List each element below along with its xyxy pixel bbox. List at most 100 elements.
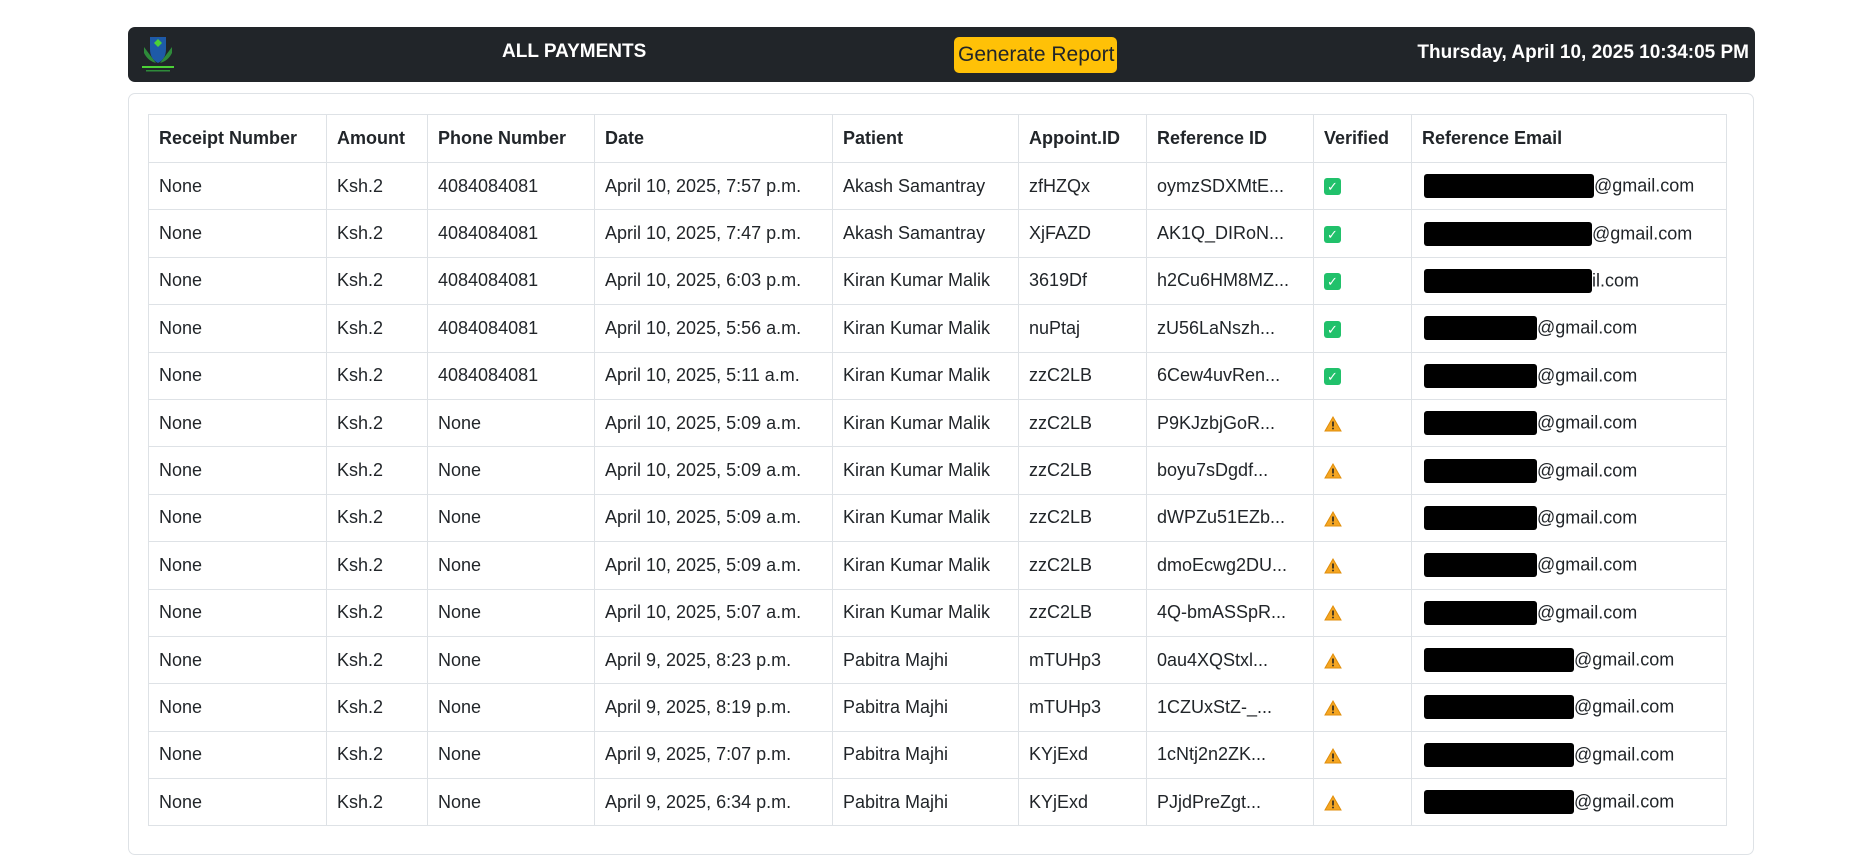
cell-reference-email: @gmail.com — [1411, 209, 1727, 258]
table-row[interactable]: None Ksh.2 None April 10, 2025, 5:09 a.m. Ki… — [148, 446, 1727, 495]
header-date[interactable]: Date — [594, 114, 833, 163]
table-row[interactable]: None Ksh.2 4084084081 April 10, 2025, 5:11 … — [148, 351, 1727, 400]
table-row[interactable]: None Ksh.2 None April 10, 2025, 5:07 a.m. Ki… — [148, 588, 1727, 637]
cell-appoint: KYjExd — [1018, 778, 1147, 827]
cell-date: April 10, 2025, 5:11 a.m. — [594, 351, 833, 400]
cell-phone: None — [427, 588, 595, 637]
cell-date: April 10, 2025, 5:07 a.m. — [594, 588, 833, 637]
cell-reference: 6Cew4uvRen... — [1146, 351, 1314, 400]
cell-phone: None — [427, 778, 595, 827]
redaction-bar — [1424, 553, 1537, 578]
cell-amount: Ksh.2 — [326, 209, 428, 258]
cell-reference: boyu7sDgdf... — [1146, 446, 1314, 495]
cell-patient: Pabitra Majhi — [832, 778, 1019, 827]
generate-report-button[interactable]: Generate Report — [954, 37, 1118, 73]
table-row[interactable]: None Ksh.2 4084084081 April 10, 2025, 6:03 … — [148, 256, 1727, 306]
cell-date: April 10, 2025, 7:57 p.m. — [594, 161, 833, 211]
table-row[interactable]: None Ksh.2 4084084081 April 10, 2025, 7:47 … — [148, 209, 1727, 258]
email-suffix: @gmail.com — [1537, 507, 1638, 528]
cell-receipt: None — [148, 635, 327, 685]
table-row[interactable]: None Ksh.2 None April 10, 2025, 5:09 a.m. Ki… — [148, 398, 1727, 448]
cell-patient: Kiran Kumar Malik — [832, 304, 1019, 353]
warning-icon — [1324, 795, 1342, 811]
cell-receipt: None — [148, 161, 327, 211]
table-row[interactable]: None Ksh.2 None April 9, 2025, 7:07 p.m. Pab… — [148, 730, 1727, 780]
cell-verified — [1313, 778, 1412, 827]
header-reference-id[interactable]: Reference ID — [1146, 114, 1314, 163]
cell-date: April 9, 2025, 6:34 p.m. — [594, 778, 833, 827]
cell-reference: oymzSDXMtE... — [1146, 161, 1314, 211]
table-row[interactable]: None Ksh.2 None April 9, 2025, 8:23 p.m. Pab… — [148, 635, 1727, 685]
cell-verified: ✓ — [1313, 256, 1412, 306]
redaction-bar — [1424, 316, 1537, 341]
cell-reference-email: @gmail.com — [1411, 778, 1727, 827]
header-patient[interactable]: Patient — [832, 114, 1019, 163]
cell-reference: P9KJzbjGoR... — [1146, 398, 1314, 448]
cell-receipt: None — [148, 730, 327, 780]
cell-appoint: mTUHp3 — [1018, 635, 1147, 685]
redaction-bar — [1424, 221, 1592, 246]
cell-phone: 4084084081 — [427, 351, 595, 400]
cell-appoint: zzC2LB — [1018, 446, 1147, 495]
redaction-bar — [1424, 458, 1537, 483]
header-appoint-id[interactable]: Appoint.ID — [1018, 114, 1147, 163]
cell-amount: Ksh.2 — [326, 161, 428, 211]
cell-reference: 0au4XQStxl... — [1146, 635, 1314, 685]
cell-appoint: 3619Df — [1018, 256, 1147, 306]
cell-reference-email: @gmail.com — [1411, 588, 1727, 637]
cell-phone: None — [427, 635, 595, 685]
cell-amount: Ksh.2 — [326, 446, 428, 495]
cell-reference-email: @gmail.com — [1411, 398, 1727, 448]
table-row[interactable]: None Ksh.2 None April 9, 2025, 6:34 p.m. Pab… — [148, 778, 1727, 827]
cell-appoint: mTUHp3 — [1018, 683, 1147, 732]
email-suffix: @gmail.com — [1537, 460, 1638, 481]
cell-appoint: KYjExd — [1018, 730, 1147, 780]
cell-phone: 4084084081 — [427, 161, 595, 211]
cell-date: April 10, 2025, 6:03 p.m. — [594, 256, 833, 306]
cell-phone: 4084084081 — [427, 304, 595, 353]
cell-receipt: None — [148, 209, 327, 258]
cell-amount: Ksh.2 — [326, 351, 428, 400]
cell-date: April 10, 2025, 7:47 p.m. — [594, 209, 833, 258]
cell-patient: Pabitra Majhi — [832, 635, 1019, 685]
header-reference-email[interactable]: Reference Email — [1411, 114, 1727, 163]
cell-patient: Akash Samantray — [832, 161, 1019, 211]
cell-reference-email: @gmail.com — [1411, 683, 1727, 732]
table-row[interactable]: None Ksh.2 None April 9, 2025, 8:19 p.m. Pab… — [148, 683, 1727, 732]
cell-phone: None — [427, 493, 595, 543]
email-suffix: @gmail.com — [1537, 602, 1638, 623]
table-row[interactable]: None Ksh.2 None April 10, 2025, 5:09 a.m. Ki… — [148, 541, 1727, 590]
cell-reference: 1cNtj2n2ZK... — [1146, 730, 1314, 780]
email-suffix: @gmail.com — [1537, 554, 1638, 575]
cell-patient: Kiran Kumar Malik — [832, 398, 1019, 448]
header-phone-number[interactable]: Phone Number — [427, 114, 595, 163]
redaction-bar — [1424, 268, 1592, 293]
check-icon: ✓ — [1324, 368, 1341, 385]
table-row[interactable]: None Ksh.2 4084084081 April 10, 2025, 7:57 … — [148, 161, 1727, 211]
email-suffix: @gmail.com — [1537, 317, 1638, 338]
check-icon: ✓ — [1324, 320, 1341, 338]
check-icon: ✓ — [1324, 273, 1341, 291]
cell-appoint: zzC2LB — [1018, 398, 1147, 448]
cell-reference: zU56LaNszh... — [1146, 304, 1314, 353]
cell-phone: None — [427, 683, 595, 732]
cell-amount: Ksh.2 — [326, 683, 428, 732]
payments-table: Receipt Number Amount Phone Number Date … — [148, 114, 1727, 827]
cell-receipt: None — [148, 493, 327, 543]
cell-date: April 10, 2025, 5:09 a.m. — [594, 493, 833, 543]
cell-reference: 4Q-bmASSpR... — [1146, 588, 1314, 637]
table-row[interactable]: None Ksh.2 None April 10, 2025, 5:09 a.m. Ki… — [148, 493, 1727, 543]
shield-leaf-logo-icon[interactable] — [136, 33, 180, 75]
header-receipt-number[interactable]: Receipt Number — [148, 114, 327, 163]
table-row[interactable]: None Ksh.2 4084084081 April 10, 2025, 5:56 … — [148, 304, 1727, 353]
header-amount[interactable]: Amount — [326, 114, 428, 163]
cell-verified: ✓ — [1313, 209, 1412, 258]
header-verified[interactable]: Verified — [1313, 114, 1412, 163]
cell-verified — [1313, 493, 1412, 543]
cell-appoint: XjFAZD — [1018, 209, 1147, 258]
redaction-bar — [1424, 600, 1537, 625]
email-suffix: @gmail.com — [1574, 744, 1675, 765]
cell-appoint: zzC2LB — [1018, 493, 1147, 543]
cell-reference: AK1Q_DIRoN... — [1146, 209, 1314, 258]
redaction-bar — [1424, 363, 1537, 388]
